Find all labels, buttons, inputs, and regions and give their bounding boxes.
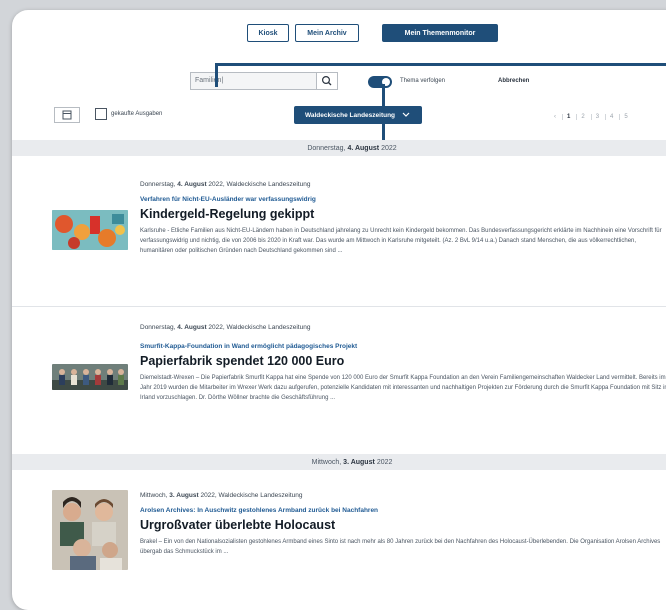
date-year: 2022 [376,458,393,466]
article-meta: Mittwoch, 3. August 2022, Waldeckische L… [140,492,303,499]
edition-dropdown-label: Waldeckische Landeszeitung [304,111,396,119]
date-day: 4. August [347,144,380,152]
calendar-icon [62,110,72,120]
group-photo-image [52,364,128,390]
pagination: ‹ 1 2 3 4 5 [550,110,632,124]
article-teaser: Brakel – Ein von den Nationalsozialisten… [140,539,661,555]
article-kicker: Verfahren für Nicht-EU-Ausländer war ver… [140,196,316,203]
calendar-button[interactable] [54,107,80,123]
toys-image [52,210,128,250]
kiosk-button[interactable]: Kiosk [247,24,289,42]
edition-dropdown[interactable]: Waldeckische Landeszeitung [294,106,422,124]
pager-page[interactable]: 4 [605,114,617,120]
chevron-down-icon [402,112,410,117]
cancel-link[interactable]: Abbrechen [498,78,529,84]
date-day: 3. August [343,458,375,466]
article-meta: Donnerstag, 4. August 2022, Waldeckische… [140,181,311,188]
date-weekday: Donnerstag, [307,144,346,152]
search-icon [321,75,332,86]
callout-line [215,63,666,66]
app-window: Kiosk Mein Archiv Mein Themenmonitor Fam… [12,10,666,610]
pager-page[interactable]: 1 [562,114,574,120]
date-group-header: Donnerstag, 4. August 2022 [12,140,666,156]
my-archive-button[interactable]: Mein Archiv [295,24,359,42]
search-input[interactable]: Familien| [190,72,316,90]
follow-theme-label: Thema verfolgen [400,78,446,84]
article-thumbnail[interactable] [52,364,128,390]
article-thumbnail[interactable] [52,210,128,250]
article-headline[interactable]: Papierfabrik spendet 120 000 Euro [140,354,344,368]
article-meta: Donnerstag, 4. August 2022, Waldeckische… [140,324,311,331]
pager-page[interactable]: 5 [619,114,631,120]
follow-theme-toggle[interactable] [368,76,392,88]
divider [12,306,666,307]
pager-page[interactable]: 2 [576,114,588,120]
bought-editions-checkbox[interactable] [95,108,107,120]
article-kicker: Arolsen Archives: In Auschwitz gestohlen… [140,507,379,514]
article-headline[interactable]: Urgroßvater überlebte Holocaust [140,518,335,532]
pager-page[interactable]: 3 [590,114,603,120]
article-teaser: Karlsruhe - Etliche Familien aus Nicht-E… [140,228,662,254]
date-year: 2022 [381,144,397,152]
callout-line [215,65,218,87]
bought-editions-label: gekaufte Ausgaben [111,111,163,117]
date-group-header: Mittwoch, 3. August 2022 [12,454,666,470]
article-teaser: Diemelstadt-Wrexen – Die Papierfabrik Sm… [140,375,666,401]
article-kicker: Smurfit-Kappa-Foundation in Wand ermögli… [140,343,358,350]
article-thumbnail[interactable] [52,490,128,570]
search-button[interactable] [316,72,338,90]
article-headline[interactable]: Kindergeld-Regelung gekippt [140,207,314,221]
portrait-photo-image [52,490,128,570]
theme-monitor-button[interactable]: Mein Themenmonitor [382,24,498,42]
pager-prev[interactable]: ‹ [550,114,560,120]
date-weekday: Mittwoch, [311,458,342,466]
